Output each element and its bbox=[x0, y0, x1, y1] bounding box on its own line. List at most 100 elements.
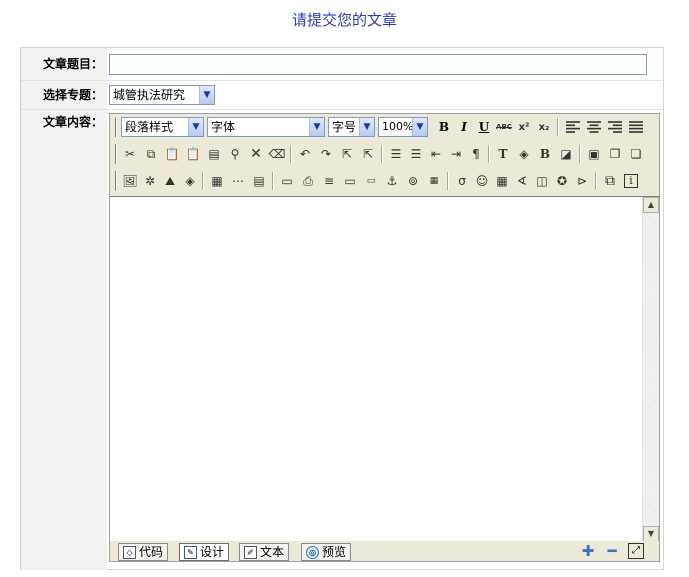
font-color-icon[interactable]: T bbox=[493, 144, 513, 164]
outdent-icon[interactable]: ⇤ bbox=[426, 144, 446, 164]
toolbar-separator bbox=[290, 145, 292, 163]
chevron-down-icon[interactable]: ▼ bbox=[188, 118, 203, 136]
align-left-icon[interactable] bbox=[563, 117, 583, 137]
insert-input-icon[interactable]: ▭ bbox=[340, 171, 360, 191]
insert-marquee-icon[interactable]: ▭ bbox=[361, 171, 381, 191]
bold-button[interactable]: B bbox=[434, 117, 454, 137]
align-center-icon[interactable] bbox=[584, 117, 604, 137]
ordered-list-icon[interactable]: ☰ bbox=[386, 144, 406, 164]
article-title-label: 文章题目： bbox=[21, 48, 107, 80]
toolbar-row-2: ✂ ⧉ 📋 📋 ▤ ⚲ ✕ ⌫ ↶ ↷ ⇱ ⇱ ☰ ☰ ⇤ ⇥ ¶ T ◈ B … bbox=[110, 141, 659, 167]
code-mode-label: 代码 bbox=[139, 545, 164, 559]
row-divider bbox=[21, 80, 663, 81]
undo-icon[interactable]: ↶ bbox=[295, 144, 315, 164]
chevron-down-icon[interactable]: ▼ bbox=[199, 86, 214, 104]
row-divider bbox=[21, 109, 663, 110]
design-mode-label: 设计 bbox=[200, 545, 225, 559]
table-props-icon[interactable]: ▤ bbox=[249, 171, 269, 191]
highlight-icon[interactable]: ◈ bbox=[514, 144, 534, 164]
redo-icon[interactable]: ↷ bbox=[316, 144, 336, 164]
remove-format-icon[interactable]: ◪ bbox=[556, 144, 576, 164]
strikethrough-button[interactable]: ABC bbox=[494, 117, 514, 137]
globe-icon: ◎ bbox=[306, 545, 319, 559]
copy-icon[interactable]: ⧉ bbox=[141, 144, 161, 164]
absolute-position-icon[interactable]: ❐ bbox=[605, 144, 625, 164]
page-break-icon[interactable]: ⊳ bbox=[572, 171, 592, 191]
toolbar-separator bbox=[579, 145, 581, 163]
toolbar-grip[interactable] bbox=[115, 171, 117, 191]
editor-mode-bar: ◇ 代码 ✎ 设计 ✐ 文本 ◎ 预览 ✚ ━ ⤢ bbox=[110, 541, 659, 561]
editor-content-area[interactable]: ▲ ▼ bbox=[110, 196, 659, 542]
insert-date-icon[interactable]: ▭ bbox=[277, 171, 297, 191]
delete-icon[interactable]: ✕ bbox=[246, 144, 266, 164]
paste-word-icon[interactable]: ▤ bbox=[204, 144, 224, 164]
align-right-icon[interactable] bbox=[605, 117, 625, 137]
insert-flash-icon[interactable]: ✲ bbox=[140, 171, 160, 191]
cut-icon[interactable]: ✂ bbox=[120, 144, 140, 164]
insert-row-icon[interactable]: ⋯ bbox=[228, 171, 248, 191]
anchor-icon[interactable]: ⚓ bbox=[382, 171, 402, 191]
paste-icon[interactable]: 📋 bbox=[162, 144, 182, 164]
toolbar-grip[interactable] bbox=[115, 117, 117, 137]
indent-icon[interactable]: ⇥ bbox=[446, 144, 466, 164]
paragraph-icon[interactable]: ¶ bbox=[466, 144, 486, 164]
vertical-scrollbar[interactable]: ▲ ▼ bbox=[642, 197, 659, 542]
bring-forward-icon[interactable]: ❏ bbox=[626, 144, 646, 164]
powerpoint-icon[interactable]: ◫ bbox=[532, 171, 552, 191]
paragraph-style-select[interactable]: 段落样式 ▼ bbox=[121, 117, 204, 137]
page-title: 请提交您的文章 bbox=[291, 11, 397, 29]
select-icon[interactable]: ⇱ bbox=[337, 144, 357, 164]
maximize-icon[interactable]: ⤢ bbox=[628, 543, 644, 559]
unordered-list-icon[interactable]: ☰ bbox=[406, 144, 426, 164]
chevron-down-icon[interactable]: ▼ bbox=[412, 118, 427, 136]
insert-image-icon[interactable]: 🖼 bbox=[120, 171, 140, 191]
zoom-value: 100% bbox=[382, 120, 414, 133]
subscript-button[interactable]: x₂ bbox=[534, 117, 554, 137]
italic-button[interactable]: I bbox=[454, 117, 474, 137]
underline-button[interactable]: U bbox=[474, 117, 494, 137]
insert-web-icon[interactable]: ▦ bbox=[424, 171, 444, 191]
rich-text-editor: 段落样式 ▼ 字体 ▼ 字号 ▼ 100% ▼ B I U ABC x² x₂ bbox=[109, 113, 660, 562]
paste-text-icon[interactable]: 📋 bbox=[183, 144, 203, 164]
find-icon[interactable]: ⚲ bbox=[225, 144, 245, 164]
insert-table-icon[interactable]: ▦ bbox=[207, 171, 227, 191]
eraser-icon[interactable]: ⌫ bbox=[267, 144, 287, 164]
code-mode-button[interactable]: ◇ 代码 bbox=[118, 543, 169, 561]
article-title-input[interactable] bbox=[109, 54, 647, 75]
chevron-down-icon[interactable]: ▼ bbox=[359, 118, 374, 136]
insert-formula-icon[interactable]: ✪ bbox=[552, 171, 572, 191]
zoom-select[interactable]: 100% ▼ bbox=[378, 117, 428, 137]
insert-emoticon-icon[interactable]: ☺ bbox=[472, 171, 492, 191]
align-justify-icon[interactable] bbox=[626, 117, 646, 137]
toolbar-grip[interactable] bbox=[115, 144, 117, 164]
enlarge-icon[interactable]: ✚ bbox=[580, 543, 596, 559]
scroll-down-icon[interactable]: ▼ bbox=[643, 526, 659, 542]
excel-icon[interactable]: ▦ bbox=[492, 171, 512, 191]
word-icon[interactable]: ∢ bbox=[512, 171, 532, 191]
insert-hr-icon[interactable]: ≡ bbox=[319, 171, 339, 191]
back-color-icon[interactable]: B bbox=[535, 144, 555, 164]
superscript-button[interactable]: x² bbox=[514, 117, 534, 137]
select-all-icon[interactable]: ⇱ bbox=[358, 144, 378, 164]
shrink-icon[interactable]: ━ bbox=[604, 543, 620, 559]
font-select[interactable]: 字体 ▼ bbox=[207, 117, 325, 137]
chevron-down-icon[interactable]: ▼ bbox=[309, 118, 324, 136]
fullscreen-icon[interactable]: ⧉ bbox=[600, 171, 620, 191]
font-size-select[interactable]: 字号 ▼ bbox=[328, 117, 375, 137]
insert-symbol-icon[interactable]: σ bbox=[452, 171, 472, 191]
preview-mode-button[interactable]: ◎ 预览 bbox=[301, 543, 352, 561]
scroll-up-icon[interactable]: ▲ bbox=[643, 197, 659, 213]
info-icon[interactable]: i bbox=[621, 171, 641, 191]
insert-template-icon[interactable]: ⎙ bbox=[298, 171, 318, 191]
toolbar-row-1: 段落样式 ▼ 字体 ▼ 字号 ▼ 100% ▼ B I U ABC x² x₂ bbox=[110, 114, 659, 140]
text-mode-button[interactable]: ✐ 文本 bbox=[239, 543, 290, 561]
design-icon: ✎ bbox=[184, 545, 197, 559]
insert-file-icon[interactable]: ◈ bbox=[180, 171, 200, 191]
hyperlink-icon[interactable]: ⊚ bbox=[403, 171, 423, 191]
topic-select[interactable]: 城管执法研究 ▼ bbox=[109, 85, 215, 105]
design-mode-button[interactable]: ✎ 设计 bbox=[179, 543, 230, 561]
font-value: 字体 bbox=[211, 120, 236, 134]
show-borders-icon[interactable]: ▣ bbox=[584, 144, 604, 164]
paragraph-style-value: 段落样式 bbox=[125, 120, 174, 134]
insert-media-icon[interactable]: ⛰ bbox=[160, 171, 180, 191]
